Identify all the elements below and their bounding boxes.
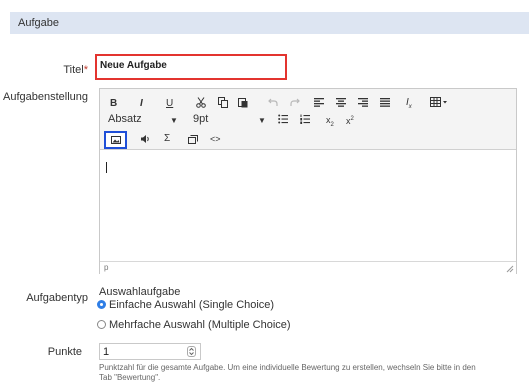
chevron-down-icon[interactable]: ▼ bbox=[258, 116, 266, 125]
section-title: Aufgabe bbox=[18, 17, 59, 29]
subscript-button[interactable]: x2 bbox=[326, 114, 334, 131]
cut-icon[interactable] bbox=[196, 97, 206, 112]
required-marker: * bbox=[83, 64, 88, 76]
redo-icon[interactable] bbox=[290, 97, 300, 111]
paste-icon[interactable] bbox=[238, 97, 248, 112]
align-left-icon[interactable] bbox=[314, 97, 324, 111]
title-input-value: Neue Aufgabe bbox=[100, 60, 167, 71]
points-value: 1 bbox=[103, 346, 110, 358]
media-icon[interactable] bbox=[140, 134, 150, 148]
align-justify-icon[interactable] bbox=[380, 97, 390, 111]
underline-button[interactable]: U bbox=[166, 98, 173, 110]
editor-content-area[interactable] bbox=[100, 150, 516, 261]
description-label: Aufgabenstellung bbox=[2, 91, 88, 103]
bullet-list-icon[interactable] bbox=[278, 114, 288, 128]
formula-button[interactable]: Σ bbox=[164, 133, 170, 145]
insert-image-button[interactable] bbox=[104, 131, 127, 149]
radio-single-choice[interactable]: Einfache Auswahl (Single Choice) bbox=[97, 299, 274, 311]
section-header: Aufgabe bbox=[10, 12, 529, 34]
spinner-icon[interactable] bbox=[187, 346, 196, 357]
superscript-button[interactable]: x2 bbox=[346, 113, 354, 127]
radio-selected-icon[interactable] bbox=[97, 300, 106, 309]
radio-unselected-icon[interactable] bbox=[97, 320, 106, 329]
block-format-select[interactable]: Absatz bbox=[108, 113, 142, 125]
clear-format-icon[interactable]: Ix bbox=[406, 97, 412, 113]
rich-text-editor: B I U Ix Absatz ▼ 9pt ▼ x2 x2 Σ <> p bbox=[99, 88, 517, 274]
element-path: p bbox=[104, 263, 109, 272]
task-type-heading: Auswahlaufgabe bbox=[99, 286, 181, 298]
font-size-select[interactable]: 9pt bbox=[193, 113, 208, 125]
text-cursor bbox=[106, 162, 107, 173]
table-icon[interactable] bbox=[430, 97, 448, 111]
source-code-button[interactable]: <> bbox=[210, 133, 221, 145]
image-icon bbox=[111, 136, 121, 144]
numbered-list-icon[interactable] bbox=[300, 114, 310, 128]
italic-button[interactable]: I bbox=[140, 98, 143, 110]
points-help-text: Punktzahl für die gesamte Aufgabe. Um ei… bbox=[99, 363, 476, 382]
align-center-icon[interactable] bbox=[336, 97, 346, 111]
bold-button[interactable]: B bbox=[110, 98, 117, 110]
title-label: Titel* bbox=[63, 64, 88, 76]
copy-icon[interactable] bbox=[218, 97, 228, 112]
editor-toolbar: B I U Ix Absatz ▼ 9pt ▼ x2 x2 Σ <> bbox=[100, 89, 516, 150]
radio-multiple-choice[interactable]: Mehrfache Auswahl (Multiple Choice) bbox=[97, 319, 291, 331]
task-type-label: Aufgabentyp bbox=[26, 292, 88, 304]
resize-handle-icon[interactable] bbox=[506, 265, 514, 273]
chevron-down-icon[interactable]: ▼ bbox=[170, 116, 178, 125]
points-input[interactable]: 1 bbox=[99, 343, 201, 360]
editor-statusbar: p bbox=[100, 261, 516, 274]
align-right-icon[interactable] bbox=[358, 97, 368, 111]
fullscreen-icon[interactable] bbox=[188, 135, 198, 148]
undo-icon[interactable] bbox=[268, 97, 278, 111]
points-label: Punkte bbox=[47, 346, 82, 358]
title-input[interactable]: Neue Aufgabe bbox=[95, 54, 287, 80]
